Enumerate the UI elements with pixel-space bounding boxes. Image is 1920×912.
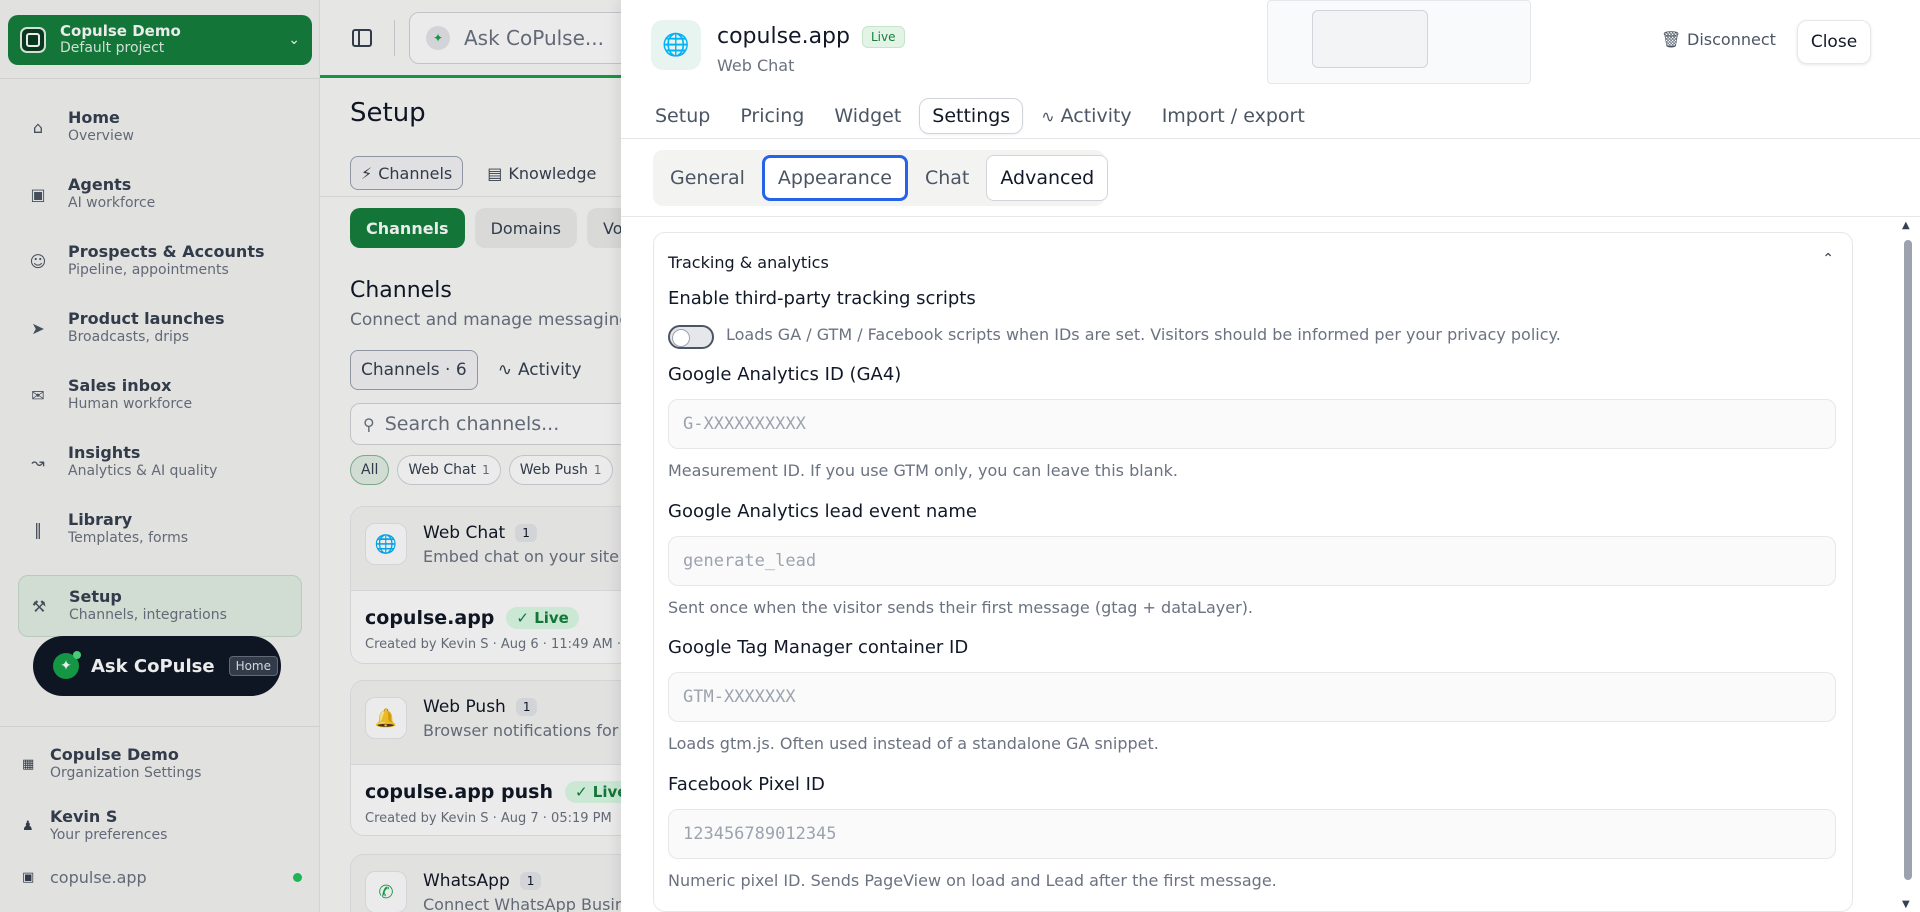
ga4-id-label: Google Analytics ID (GA4) bbox=[668, 364, 902, 385]
chevron-up-icon[interactable]: ⌃ bbox=[1822, 251, 1834, 267]
widget-preview bbox=[1267, 0, 1531, 84]
globe-icon: 🌐 bbox=[651, 20, 701, 70]
drawer-subtitle: Web Chat bbox=[717, 56, 795, 75]
fb-pixel-help: Numeric pixel ID. Sends PageView on load… bbox=[668, 871, 1277, 890]
gtm-id-help: Loads gtm.js. Often used instead of a st… bbox=[668, 734, 1159, 753]
tab-pricing[interactable]: Pricing bbox=[728, 98, 816, 134]
gtm-id-input[interactable] bbox=[668, 672, 1836, 722]
scroll-up-icon[interactable]: ▲ bbox=[1902, 220, 1910, 231]
ga4-id-input[interactable] bbox=[668, 399, 1836, 449]
ga4-id-help: Measurement ID. If you use GTM only, you… bbox=[668, 461, 1178, 480]
scrollbar[interactable]: ▲ ▼ bbox=[1896, 218, 1920, 912]
status-badge: Live bbox=[861, 25, 905, 48]
divider bbox=[621, 138, 1920, 139]
drawer-title: copulse.app bbox=[717, 24, 850, 49]
scrollbar-thumb[interactable] bbox=[1904, 240, 1912, 880]
disconnect-button[interactable]: 🗑 Disconnect bbox=[1661, 30, 1776, 49]
disconnect-label: Disconnect bbox=[1687, 30, 1776, 49]
tab-label: Activity bbox=[1060, 105, 1132, 127]
tab-settings[interactable]: Settings bbox=[919, 98, 1024, 134]
widget-preview-frame bbox=[1312, 10, 1428, 68]
ga-lead-event-help: Sent once when the visitor sends their f… bbox=[668, 598, 1254, 617]
section-title[interactable]: Tracking & analytics bbox=[668, 253, 829, 272]
gtm-id-label: Google Tag Manager container ID bbox=[668, 637, 969, 658]
tracking-toggle[interactable] bbox=[668, 325, 714, 349]
channel-settings-drawer: 🌐 copulse.app Live Web Chat 🗑 Disconnect… bbox=[621, 0, 1920, 912]
scroll-down-icon[interactable]: ▼ bbox=[1902, 899, 1910, 910]
fb-pixel-input[interactable] bbox=[668, 809, 1836, 859]
fb-pixel-label: Facebook Pixel ID bbox=[668, 774, 825, 795]
activity-icon: ∿ bbox=[1041, 106, 1055, 126]
drawer-title-row: copulse.app Live bbox=[717, 24, 905, 49]
trash-icon: 🗑 bbox=[1661, 30, 1682, 49]
tracking-analytics-section: Tracking & analytics ⌃ Enable third-part… bbox=[653, 232, 1853, 912]
subtab-chat[interactable]: Chat bbox=[912, 155, 982, 201]
tab-import-export[interactable]: Import / export bbox=[1150, 98, 1317, 134]
tab-widget[interactable]: Widget bbox=[822, 98, 913, 134]
subtab-general[interactable]: General bbox=[657, 155, 758, 201]
tracking-toggle-label: Enable third-party tracking scripts bbox=[668, 288, 976, 309]
tab-setup[interactable]: Setup bbox=[643, 98, 722, 134]
close-button[interactable]: Close bbox=[1797, 20, 1871, 64]
settings-subtabs: General Appearance Chat Advanced bbox=[653, 150, 1109, 206]
modal-backdrop[interactable] bbox=[0, 0, 320, 912]
tab-activity[interactable]: ∿ Activity bbox=[1029, 98, 1143, 134]
tracking-toggle-help: Loads GA / GTM / Facebook scripts when I… bbox=[726, 325, 1561, 344]
ga-lead-event-input[interactable] bbox=[668, 536, 1836, 586]
subtab-advanced[interactable]: Advanced bbox=[986, 155, 1109, 201]
ga-lead-event-label: Google Analytics lead event name bbox=[668, 501, 977, 522]
divider bbox=[621, 216, 1920, 217]
subtab-appearance[interactable]: Appearance bbox=[761, 155, 908, 201]
drawer-tabs: Setup Pricing Widget Settings ∿ Activity … bbox=[643, 98, 1317, 134]
